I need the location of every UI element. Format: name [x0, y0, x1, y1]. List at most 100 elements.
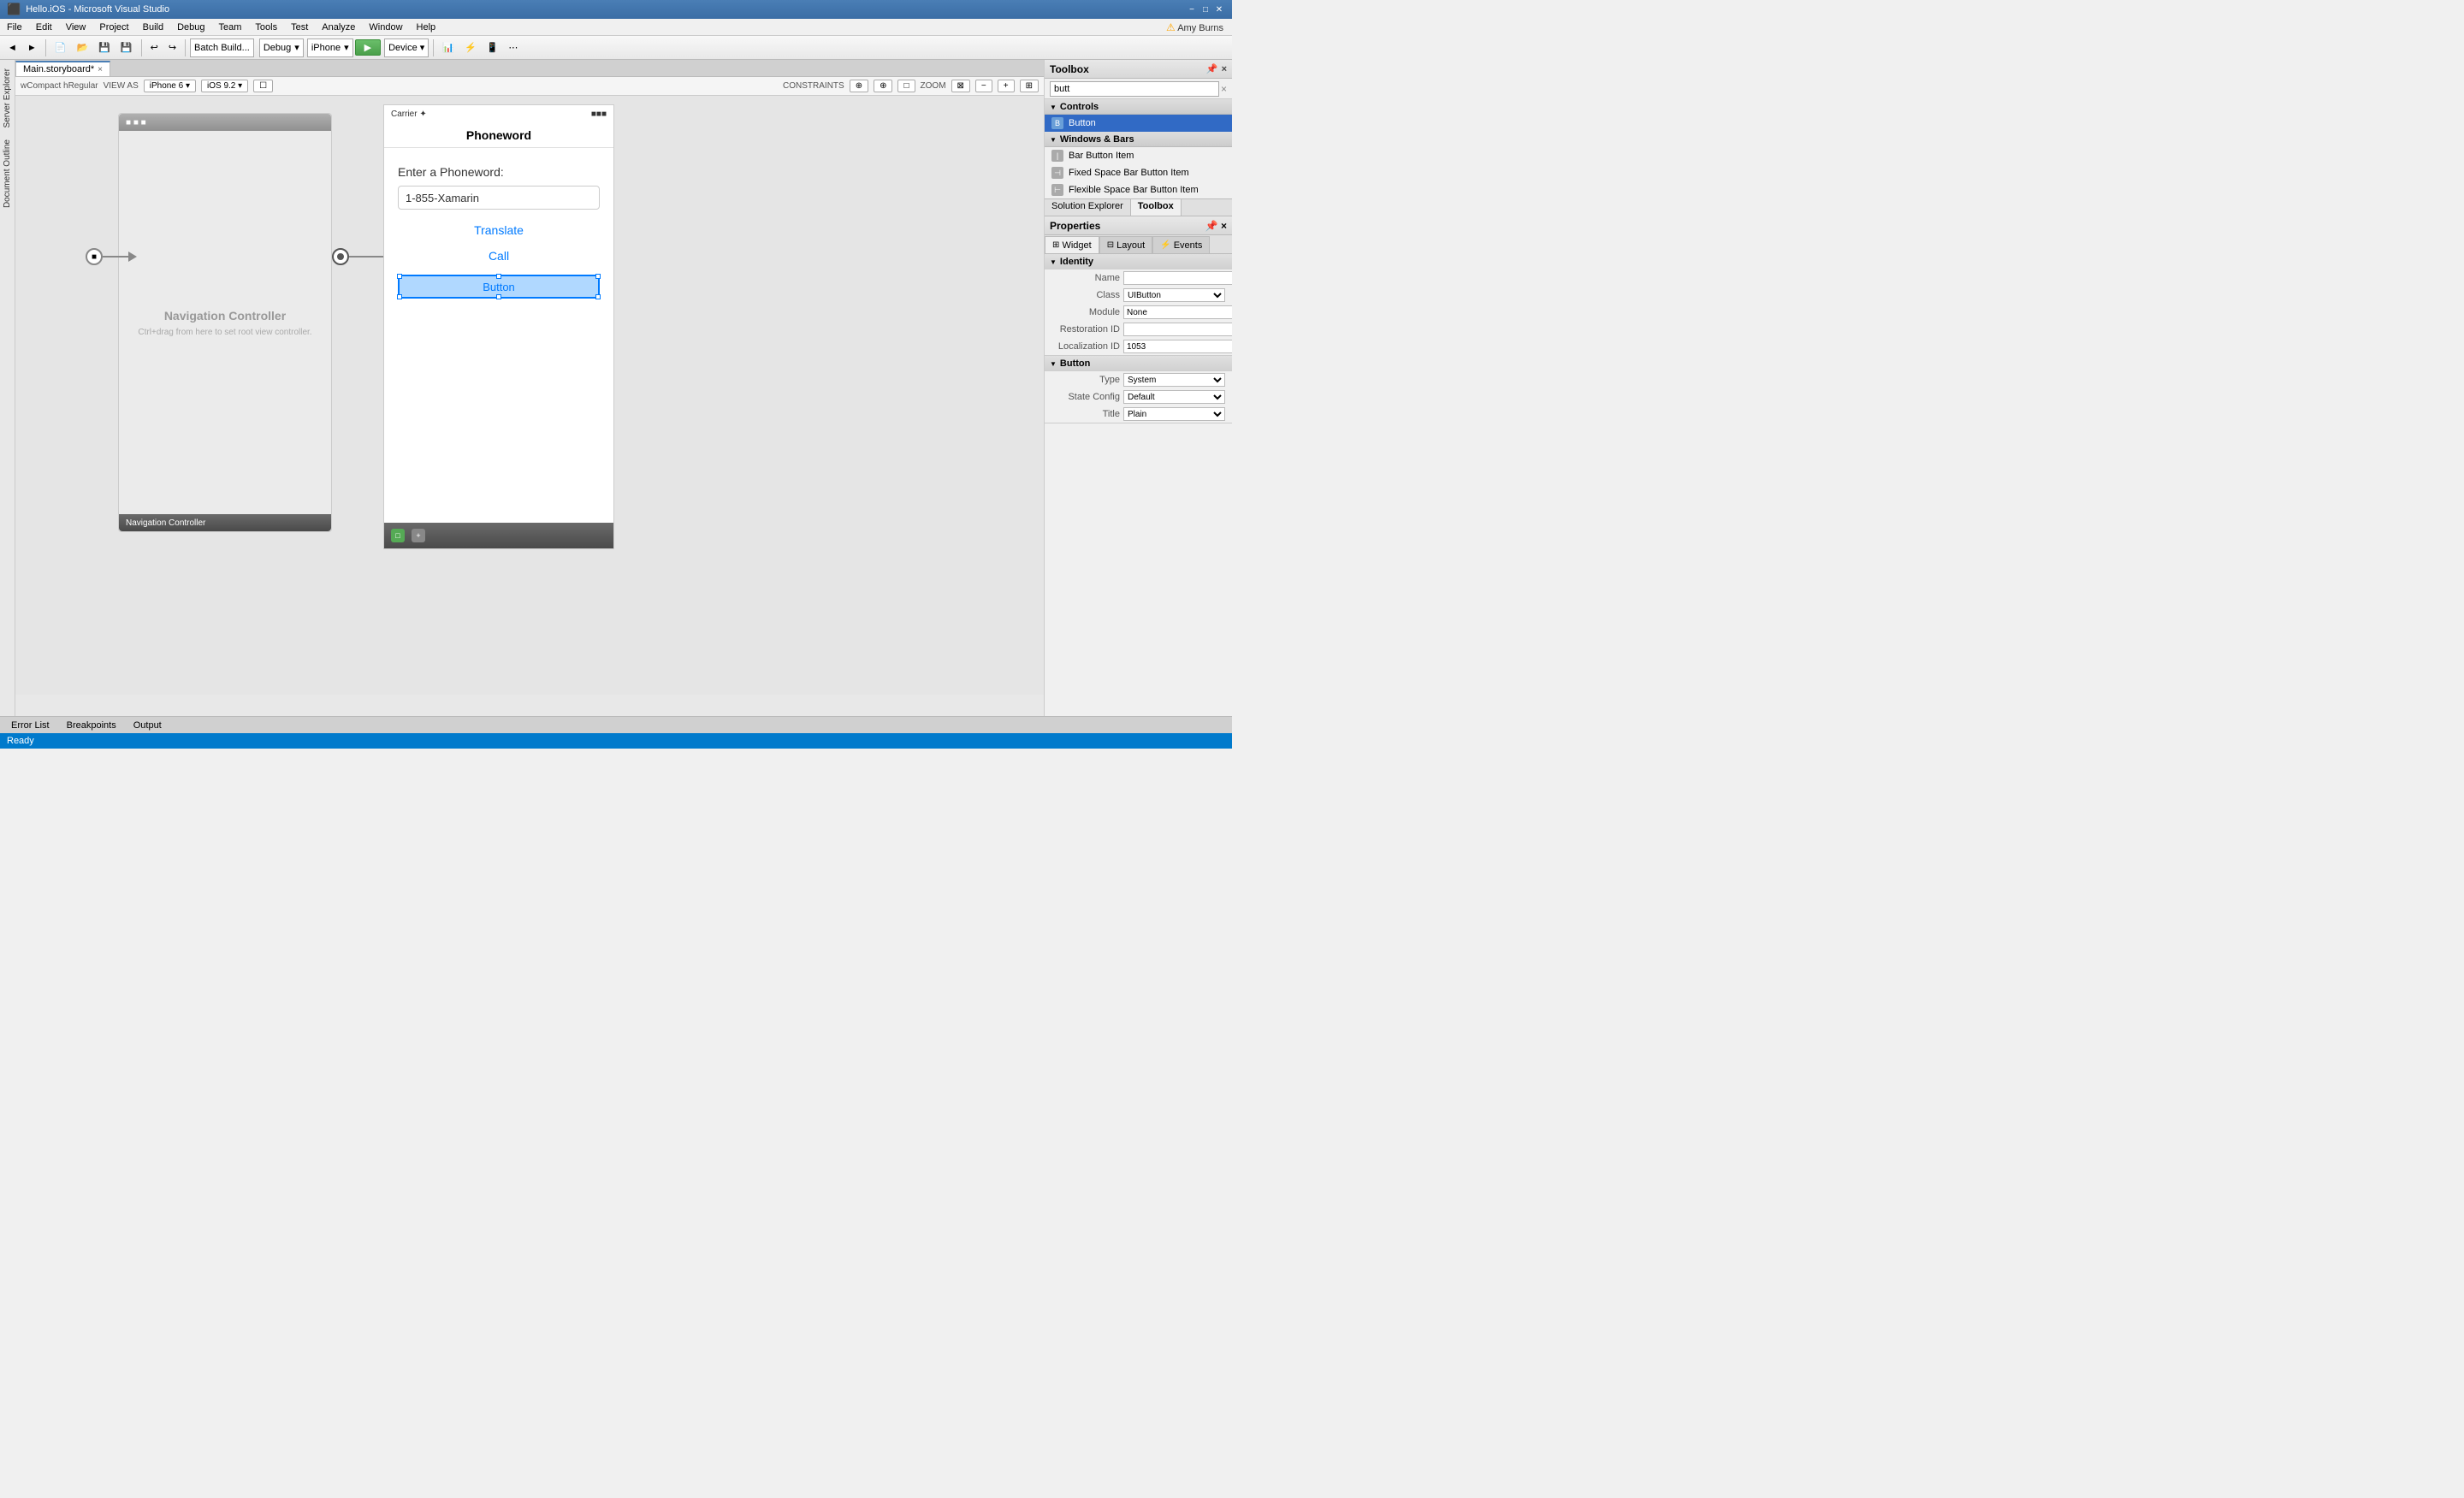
button-label: Button [483, 281, 515, 293]
menu-file[interactable]: File [0, 21, 29, 34]
zoom-in-btn[interactable]: + [998, 80, 1015, 92]
constraints-btn2[interactable]: ⊕ [874, 80, 892, 92]
ios-version-picker[interactable]: iOS 9.2 ▾ [201, 80, 248, 92]
error-list-tab[interactable]: Error List [3, 718, 57, 733]
menu-window[interactable]: Window [362, 21, 409, 34]
module-input[interactable] [1123, 305, 1232, 319]
close-btn[interactable]: ✕ [1213, 3, 1225, 15]
restoration-input[interactable] [1123, 323, 1232, 336]
navigation-controller[interactable]: ■ ■ ■ Navigation Controller Ctrl+drag fr… [118, 113, 332, 532]
menu-project[interactable]: Project [92, 21, 135, 34]
server-explorer-tab[interactable]: Server Explorer [1, 63, 14, 133]
redo-btn[interactable]: ↪ [164, 38, 181, 57]
menu-tools[interactable]: Tools [248, 21, 284, 34]
nav-controller-subtitle: Ctrl+drag from here to set root view con… [138, 328, 311, 337]
canvas-area[interactable]: ■ ■ ■ Navigation Controller Ctrl+drag fr… [15, 96, 1044, 716]
vc-footer: □ + [384, 523, 613, 548]
toolbox-search-input[interactable] [1050, 81, 1219, 97]
view-controller[interactable]: Carrier ✦ ■■■ Phoneword Enter a Phonewor… [383, 104, 614, 549]
app-title: Hello.iOS - Microsoft Visual Studio [26, 4, 169, 15]
menu-debug[interactable]: Debug [170, 21, 211, 34]
sep3 [185, 39, 186, 56]
zoom-out-btn[interactable]: − [975, 80, 992, 92]
menu-test[interactable]: Test [284, 21, 315, 34]
debug-config-dropdown[interactable]: Debug ▾ [259, 38, 304, 57]
identity-label: Identity [1060, 257, 1093, 267]
breakpoints-tab[interactable]: Breakpoints [59, 718, 124, 733]
close-tab-btn[interactable]: × [98, 65, 103, 74]
menu-edit[interactable]: Edit [29, 21, 59, 34]
constraints-btn3[interactable]: □ [897, 80, 915, 92]
button-element[interactable]: Button [398, 275, 600, 299]
diagnostics-btn[interactable]: 📊 [438, 38, 459, 57]
layout-tab[interactable]: ⊟ Layout [1099, 236, 1152, 253]
button-section: ▼ Button Type System State Config Defaul… [1045, 356, 1232, 423]
events-tab[interactable]: ⚡ Events [1152, 236, 1210, 253]
open-btn[interactable]: 📂 [72, 38, 92, 57]
class-select[interactable]: UIButton [1123, 288, 1225, 302]
toolbox-item-button[interactable]: B Button [1045, 115, 1232, 132]
translate-btn[interactable]: Translate [398, 223, 600, 237]
menu-analyze[interactable]: Analyze [315, 21, 362, 34]
output-tab[interactable]: Output [126, 718, 169, 733]
solution-toolbox-tabs: Solution Explorer Toolbox [1045, 198, 1232, 216]
zoom-screen-btn[interactable]: ⊞ [1020, 80, 1039, 92]
menu-bar: File Edit View Project Build Debug Team … [0, 19, 1232, 36]
toolbox-tab[interactable]: Toolbox [1131, 199, 1182, 216]
vc-body: Enter a Phoneword: Translate Call [384, 148, 613, 316]
props-pin-btn[interactable]: 📌 [1205, 220, 1218, 232]
menu-team[interactable]: Team [212, 21, 249, 34]
search-clear-btn[interactable]: × [1221, 83, 1227, 95]
user-label: ⚠ Amy Burns [1158, 21, 1232, 33]
phoneword-input[interactable] [398, 186, 600, 210]
batch-build-dropdown[interactable]: Batch Build... [190, 38, 254, 57]
button-section-header[interactable]: ▼ Button [1045, 356, 1232, 371]
battery-icon: ■■■ [591, 110, 607, 119]
save-all-btn[interactable]: 💾 [116, 38, 137, 57]
back-btn[interactable]: ◄ [3, 38, 21, 57]
orientation-toggle[interactable]: ☐ [253, 80, 273, 92]
perf-btn[interactable]: ⚡ [460, 38, 481, 57]
iphone-device-picker[interactable]: iPhone 6 ▾ [144, 80, 196, 92]
toolbox-item-fixed-space[interactable]: ⊣ Fixed Space Bar Button Item [1045, 164, 1232, 181]
toolbox-item-bar-button[interactable]: | Bar Button Item [1045, 147, 1232, 164]
constraints-btn1[interactable]: ⊕ [850, 80, 868, 92]
forward-btn[interactable]: ► [23, 38, 41, 57]
type-select[interactable]: System [1123, 373, 1225, 387]
widget-tab[interactable]: ⊞ Widget [1045, 236, 1099, 253]
title-select[interactable]: Plain [1123, 407, 1225, 421]
call-btn[interactable]: Call [398, 249, 600, 263]
controls-section-header[interactable]: ▼ Controls [1045, 99, 1232, 115]
props-close-btn[interactable]: × [1221, 220, 1227, 232]
minimize-btn[interactable]: − [1186, 3, 1198, 15]
name-input[interactable] [1123, 271, 1232, 285]
zoom-fit-btn[interactable]: ⊠ [951, 80, 970, 92]
device-dropdown[interactable]: Device ▾ [384, 38, 429, 57]
menu-build[interactable]: Build [136, 21, 170, 34]
run-btn[interactable]: ▶ [355, 39, 381, 56]
sep2 [141, 39, 142, 56]
entry-arrow: ■ [86, 248, 137, 265]
toolbox-item-flexible-space[interactable]: ⊢ Flexible Space Bar Button Item [1045, 181, 1232, 198]
windows-section-header[interactable]: ▼ Windows & Bars [1045, 132, 1232, 147]
new-project-btn[interactable]: 📄 [50, 38, 71, 57]
bottom-tabs: Error List Breakpoints Output [0, 716, 1232, 733]
menu-help[interactable]: Help [410, 21, 443, 34]
document-outline-tab[interactable]: Document Outline [1, 134, 14, 213]
localization-input[interactable] [1123, 340, 1232, 353]
identity-section-header[interactable]: ▼ Identity [1045, 254, 1232, 269]
toolbox-close-btn[interactable]: × [1222, 64, 1227, 74]
state-config-select[interactable]: Default [1123, 390, 1225, 404]
undo-btn[interactable]: ↩ [146, 38, 163, 57]
more-btn[interactable]: ⋯ [504, 38, 522, 57]
button-icon: B [1051, 117, 1063, 129]
toolbox-pin-btn[interactable]: 📌 [1206, 63, 1218, 74]
solution-explorer-tab[interactable]: Solution Explorer [1045, 199, 1131, 216]
android-btn[interactable]: 📱 [483, 38, 503, 57]
restore-btn[interactable]: □ [1199, 3, 1211, 15]
properties-panel: Properties 📌 × ⊞ Widget ⊟ Layout ⚡ Event… [1045, 216, 1232, 716]
main-storyboard-tab[interactable]: Main.storyboard* × [15, 61, 110, 76]
device-config-dropdown[interactable]: iPhone ▾ [307, 38, 353, 57]
menu-view[interactable]: View [59, 21, 93, 34]
save-btn[interactable]: 💾 [94, 38, 115, 57]
